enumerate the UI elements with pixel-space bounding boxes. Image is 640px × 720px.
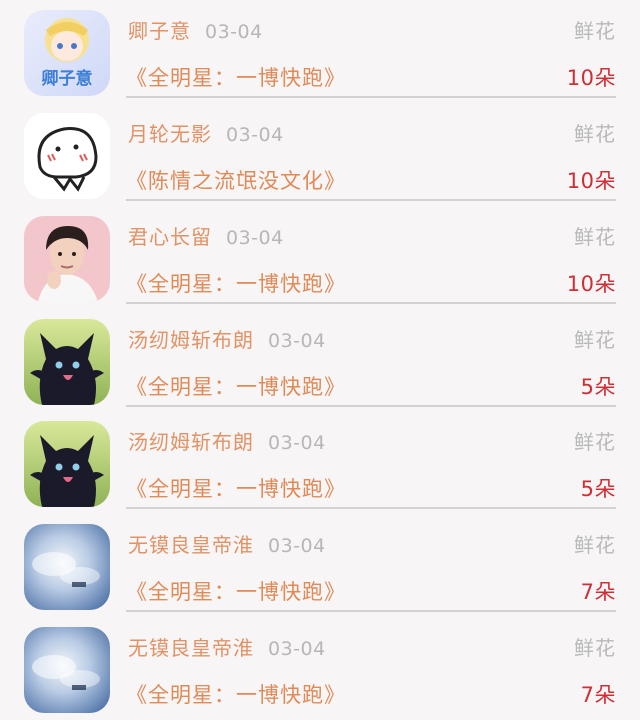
gift-row[interactable]: 无镆良皇帝淮 03-04 鲜花 《全明星：一博快跑》 7朵	[0, 617, 640, 720]
gift-date: 03-04	[268, 330, 326, 352]
book-title-link[interactable]: 《全明星：一博快跑》	[126, 473, 346, 503]
gift-amount: 5朵	[580, 375, 616, 399]
gift-amount: 10朵	[566, 66, 616, 90]
man-photo-avatar[interactable]	[24, 216, 110, 302]
username-text[interactable]: 月轮无影	[128, 122, 212, 146]
gift-date: 03-04	[268, 638, 326, 660]
gift-type: 鲜花	[574, 636, 616, 660]
gift-amount: 10朵	[566, 272, 616, 296]
black-creature-avatar[interactable]	[24, 421, 110, 507]
gift-row[interactable]: 无镆良皇帝淮 03-04 鲜花 《全明星：一博快跑》 7朵	[0, 514, 640, 617]
gift-amount: 7朵	[580, 580, 616, 604]
row-divider	[126, 507, 616, 509]
book-title-link[interactable]: 《全明星：一博快跑》	[126, 268, 346, 298]
black-creature-avatar[interactable]	[24, 319, 110, 405]
gift-amount: 10朵	[566, 169, 616, 193]
anime-girl-avatar[interactable]: 卿子意	[24, 10, 110, 96]
gift-type: 鲜花	[574, 225, 616, 249]
username[interactable]: 汤纫姆斩布朗 03-04	[128, 426, 326, 455]
gift-type: 鲜花	[574, 430, 616, 454]
gift-date: 03-04	[268, 432, 326, 454]
book-title-link[interactable]: 《全明星：一博快跑》	[126, 576, 346, 606]
book-title-link[interactable]: 《全明星：一博快跑》	[126, 679, 346, 709]
username[interactable]: 卿子意 03-04	[128, 15, 263, 44]
row-divider	[126, 405, 616, 407]
gift-row[interactable]: 汤纫姆斩布朗 03-04 鲜花 《全明星：一博快跑》 5朵	[0, 309, 640, 412]
row-divider	[126, 199, 616, 201]
gift-date: 03-04	[205, 21, 263, 43]
gift-row[interactable]: 卿子意 卿子意 03-04 鲜花 《全明星：一博快跑》 10朵	[0, 0, 640, 103]
username[interactable]: 无镆良皇帝淮 03-04	[128, 632, 326, 661]
gift-type: 鲜花	[574, 122, 616, 146]
username-text[interactable]: 无镆良皇帝淮	[128, 533, 254, 557]
gift-date: 03-04	[226, 227, 284, 249]
gift-record-list: 卿子意 卿子意 03-04 鲜花 《全明星：一博快跑》 10朵 月轮无影 03-04…	[0, 0, 640, 713]
row-divider	[126, 302, 616, 304]
username[interactable]: 无镆良皇帝淮 03-04	[128, 529, 326, 558]
username[interactable]: 君心长留 03-04	[128, 221, 284, 250]
username[interactable]: 月轮无影 03-04	[128, 118, 284, 147]
username-text[interactable]: 无镆良皇帝淮	[128, 636, 254, 660]
gift-row[interactable]: 君心长留 03-04 鲜花 《全明星：一博快跑》 10朵	[0, 206, 640, 309]
row-divider	[126, 610, 616, 612]
gift-amount: 5朵	[580, 477, 616, 501]
book-title-link[interactable]: 《全明星：一博快跑》	[126, 62, 346, 92]
username-text[interactable]: 君心长留	[128, 225, 212, 249]
gift-date: 03-04	[226, 124, 284, 146]
gift-row[interactable]: 汤纫姆斩布朗 03-04 鲜花 《全明星：一博快跑》 5朵	[0, 411, 640, 514]
sky-clouds-avatar[interactable]	[24, 627, 110, 713]
username-text[interactable]: 汤纫姆斩布朗	[128, 430, 254, 454]
sky-clouds-avatar[interactable]	[24, 524, 110, 610]
username[interactable]: 汤纫姆斩布朗 03-04	[128, 324, 326, 353]
book-title-link[interactable]: 《陈情之流氓没文化》	[126, 165, 346, 195]
gift-type: 鲜花	[574, 533, 616, 557]
cartoon-face-avatar[interactable]	[24, 113, 110, 199]
gift-type: 鲜花	[574, 19, 616, 43]
gift-amount: 7朵	[580, 683, 616, 707]
gift-row[interactable]: 月轮无影 03-04 鲜花 《陈情之流氓没文化》 10朵	[0, 103, 640, 206]
username-text[interactable]: 汤纫姆斩布朗	[128, 328, 254, 352]
row-divider	[126, 96, 616, 98]
gift-date: 03-04	[268, 535, 326, 557]
book-title-link[interactable]: 《全明星：一博快跑》	[126, 371, 346, 401]
username-text[interactable]: 卿子意	[128, 19, 191, 43]
svg-text:卿子意: 卿子意	[42, 68, 93, 89]
gift-type: 鲜花	[574, 328, 616, 352]
